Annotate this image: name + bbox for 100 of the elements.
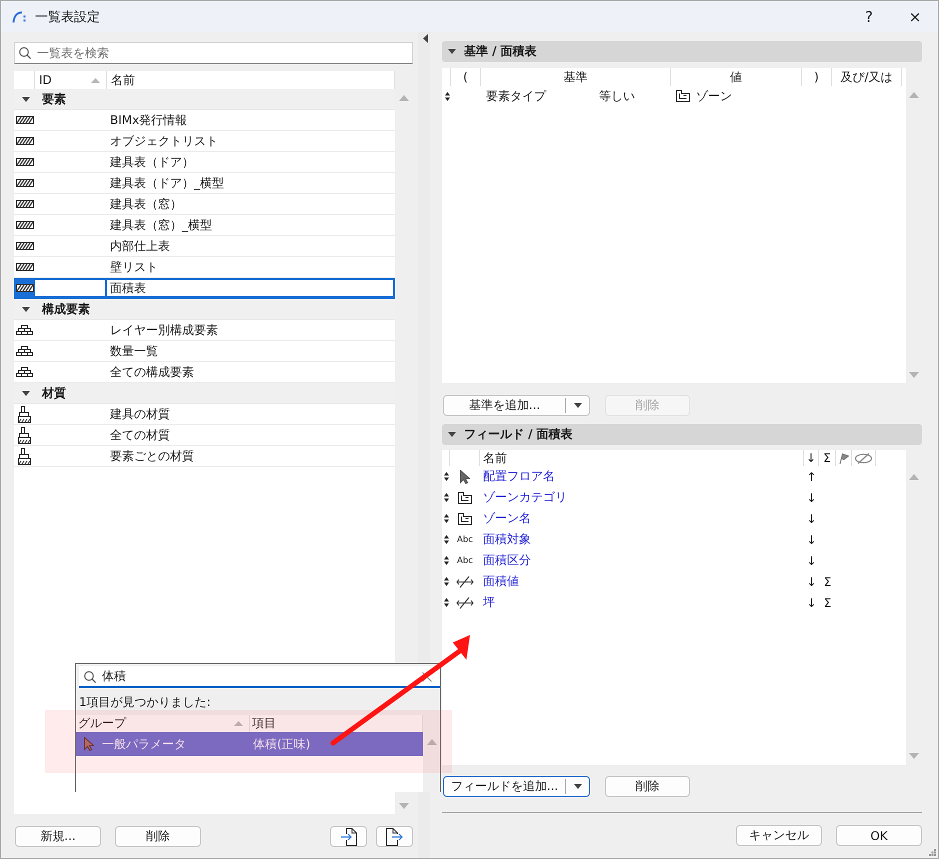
- table-cell: ゾーン: [696, 88, 732, 104]
- search-icon: [84, 671, 96, 683]
- list-row[interactable]: 建具の材質: [14, 404, 395, 425]
- sort-arrow-label: ↓: [805, 574, 818, 588]
- list-row[interactable]: 数量一覧: [14, 341, 395, 362]
- export-button[interactable]: [376, 826, 413, 847]
- table-cell-text: 要素タイプ: [486, 88, 548, 104]
- sum-symbol: Σ: [822, 574, 832, 588]
- brush-icon: [18, 426, 32, 444]
- section-header[interactable]: フィールド / 面積表: [442, 424, 922, 445]
- search-icon: [19, 47, 31, 59]
- column-header[interactable]: Σ: [819, 450, 836, 466]
- field-name: 坪: [482, 594, 496, 611]
- reorder-handle-icon[interactable]: [444, 577, 448, 586]
- field-name: 面積対象: [482, 531, 532, 548]
- bricks-icon: [16, 325, 33, 335]
- dimension-icon: [456, 576, 474, 588]
- resize-grip-icon[interactable]: [929, 849, 936, 856]
- search-field[interactable]: 体積: [79, 666, 440, 688]
- result-count-text: 1項目が見つかりました:: [78, 695, 212, 710]
- column-header: 及び/又は: [832, 68, 902, 86]
- reorder-handle-icon[interactable]: [444, 556, 448, 565]
- list-row[interactable]: 建具表（窓）: [14, 194, 395, 215]
- cursor-arrow-icon: [84, 737, 94, 751]
- field-name: 面積区分: [482, 552, 532, 569]
- column-header[interactable]: ↓: [804, 450, 819, 466]
- document-arrow-out-icon: [386, 828, 403, 846]
- cancel-button[interactable]: キャンセル: [736, 825, 822, 846]
- list-row[interactable]: レイヤー別構成要素: [14, 320, 395, 341]
- eye-slash-icon: [854, 452, 873, 464]
- caret-down-icon: [22, 96, 30, 102]
- group-header[interactable]: 構成要素: [14, 299, 395, 320]
- zone-stamp-icon: [675, 89, 691, 103]
- zone-stamp-icon: [457, 490, 473, 504]
- list-row[interactable]: 建具表（ドア）: [14, 152, 395, 173]
- field-name: 面積値: [482, 573, 520, 590]
- list-row[interactable]: 全ての材質: [14, 425, 395, 446]
- list-row[interactable]: 建具表（窓）_横型: [14, 215, 395, 236]
- cursor-arrow-icon: [460, 470, 470, 484]
- add-field-button[interactable]: フィールドを追加...: [443, 776, 590, 797]
- arc-logo-icon: [12, 10, 26, 22]
- sum-symbol: Σ: [822, 596, 832, 610]
- field-name: ゾーンカテゴリ: [482, 489, 568, 506]
- text-type-label: Abc: [457, 556, 473, 566]
- list-row[interactable]: 面積表: [14, 278, 395, 299]
- dropdown-caret-icon: [574, 784, 582, 789]
- bricks-icon: [16, 346, 33, 356]
- dimension-icon: [456, 596, 474, 608]
- bricks-icon: [16, 367, 33, 377]
- text-type-label: Abc: [457, 534, 473, 544]
- table-cell-text: 等しい: [599, 88, 636, 104]
- list-row[interactable]: BIMx発行情報: [14, 110, 395, 131]
- new-button[interactable]: 新規...: [15, 826, 101, 847]
- help-button[interactable]: ?: [846, 1, 892, 32]
- brush-icon: [18, 406, 32, 422]
- reorder-handle-icon[interactable]: [444, 472, 448, 481]
- column-header: 基準: [481, 68, 671, 86]
- result-row[interactable]: 一般パラメータ 体積(正味): [76, 732, 423, 756]
- close-button[interactable]: ×: [892, 1, 938, 32]
- sort-arrow-label: ↓: [805, 532, 818, 546]
- sort-arrow-label: ↓: [805, 512, 818, 526]
- reorder-handle-icon[interactable]: [444, 514, 448, 523]
- column-header[interactable]: 名前: [480, 450, 804, 466]
- dropdown-caret-icon: [574, 403, 582, 408]
- sort-ascending-icon: [234, 721, 243, 726]
- caret-down-icon: [448, 432, 456, 437]
- import-button[interactable]: [330, 826, 367, 847]
- zone-stamp-icon: [457, 512, 473, 526]
- sort-ascending-icon: [91, 78, 100, 82]
- clear-icon[interactable]: [422, 672, 432, 682]
- document-arrow-in-icon: [340, 828, 356, 846]
- list-row[interactable]: 壁リスト: [14, 257, 395, 278]
- search-field[interactable]: 一覧表を検索: [14, 42, 413, 64]
- caret-down-icon: [22, 306, 30, 312]
- column-header: (: [451, 68, 481, 86]
- list-row[interactable]: オブジェクトリスト: [14, 131, 395, 152]
- group-header[interactable]: 要素: [14, 89, 395, 110]
- section-header[interactable]: 基準 / 面積表: [442, 41, 922, 62]
- reorder-handle-icon[interactable]: [445, 92, 450, 100]
- brush-icon: [18, 448, 32, 464]
- column-header: 値: [671, 68, 802, 86]
- ok-button[interactable]: OK: [836, 825, 922, 846]
- delete-button[interactable]: 削除: [605, 776, 690, 797]
- sort-arrow-label: ↓: [805, 490, 818, 504]
- reorder-handle-icon[interactable]: [444, 493, 448, 502]
- collapse-arrow-icon[interactable]: [422, 34, 428, 43]
- caret-down-icon: [448, 49, 456, 54]
- window-title: 一覧表設定: [35, 8, 100, 26]
- sort-arrow-label: ↑: [805, 470, 818, 484]
- group-header[interactable]: 材質: [14, 383, 395, 404]
- field-name: 配置フロア名: [482, 468, 556, 485]
- delete-button[interactable]: 削除: [115, 826, 201, 847]
- list-row[interactable]: 内部仕上表: [14, 236, 395, 257]
- reorder-handle-icon[interactable]: [444, 535, 448, 544]
- flag-icon: [838, 452, 848, 464]
- list-row[interactable]: 要素ごとの材質: [14, 446, 395, 467]
- add-criterion-button[interactable]: 基準を追加...: [443, 395, 590, 416]
- sort-arrow-label: ↓: [805, 596, 818, 610]
- list-row[interactable]: 建具表（ドア）_横型: [14, 173, 395, 194]
- reorder-handle-icon[interactable]: [444, 598, 448, 607]
